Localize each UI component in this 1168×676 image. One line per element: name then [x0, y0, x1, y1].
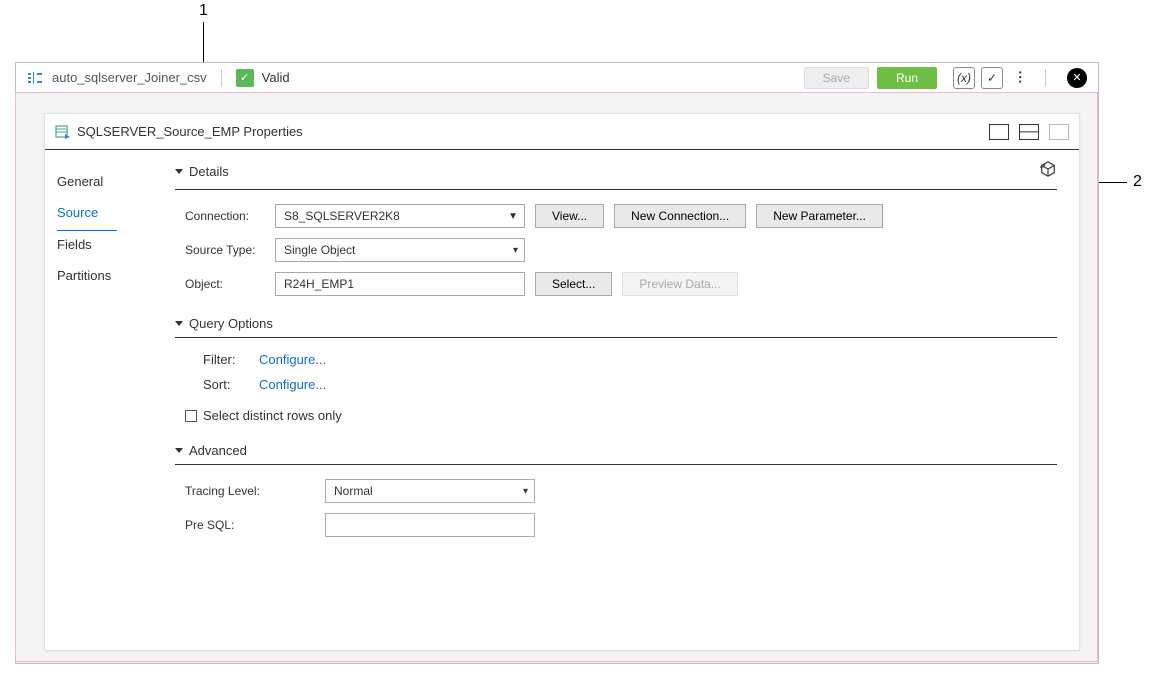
presql-row: Pre SQL: — [175, 513, 1057, 537]
distinct-row: Select distinct rows only — [175, 408, 1057, 423]
section-query-options: Query Options Filter: Configure... Sort:… — [175, 316, 1057, 423]
variable-icon-button[interactable]: (x) — [953, 67, 975, 89]
tracing-value: Normal — [334, 484, 373, 498]
content-area: Details Connection: S8_SQLSERVER2K8 ▼ Vie… — [175, 150, 1079, 650]
object-input[interactable]: R24H_EMP1 — [275, 272, 525, 296]
query-options-header[interactable]: Query Options — [175, 316, 1057, 338]
sourcetype-select[interactable]: Single Object ▾ — [275, 238, 525, 262]
tab-partitions[interactable]: Partitions — [57, 262, 175, 293]
save-button[interactable]: Save — [804, 67, 869, 89]
details-title: Details — [189, 164, 229, 179]
section-details: Details Connection: S8_SQLSERVER2K8 ▼ Vie… — [175, 160, 1057, 296]
project-name: auto_sqlserver_Joiner_csv — [52, 70, 207, 85]
layout-split-icon[interactable] — [1019, 124, 1039, 140]
caret-icon: ▾ — [523, 486, 528, 497]
object-label: Object: — [185, 277, 275, 291]
separator — [1045, 69, 1046, 87]
caret-icon: ▼ — [508, 211, 518, 222]
object-row: Object: R24H_EMP1 Select... Preview Data… — [175, 272, 1057, 296]
source-transformation-icon — [55, 124, 71, 140]
more-menu-button[interactable]: ⋯ — [1009, 67, 1031, 89]
layout-single-icon[interactable] — [989, 124, 1009, 140]
valid-check-icon: ✓ — [236, 69, 254, 87]
connection-row: Connection: S8_SQLSERVER2K8 ▼ View... New… — [175, 204, 1057, 228]
sourcetype-row: Source Type: Single Object ▾ — [175, 238, 1057, 262]
app-window: auto_sqlserver_Joiner_csv ✓ Valid Save R… — [15, 62, 1099, 664]
details-header[interactable]: Details — [175, 160, 1057, 190]
tab-general[interactable]: General — [57, 168, 175, 199]
parameterize-icon[interactable] — [1039, 160, 1057, 183]
caret-icon: ▾ — [513, 245, 518, 256]
new-connection-button[interactable]: New Connection... — [614, 204, 746, 228]
side-tabs: General Source Fields Partitions — [45, 150, 175, 650]
filter-row: Filter: Configure... — [175, 352, 1057, 367]
object-value: R24H_EMP1 — [284, 277, 354, 291]
separator — [221, 69, 222, 87]
valid-status-text: Valid — [262, 70, 290, 85]
properties-panel: SQLSERVER_Source_EMP Properties General … — [44, 113, 1080, 651]
validate-icon-button[interactable]: ✓ — [981, 67, 1003, 89]
mapping-icon — [26, 70, 44, 86]
tracing-row: Tracing Level: Normal ▾ — [175, 479, 1057, 503]
callout-2-number: 2 — [1133, 173, 1142, 191]
select-button[interactable]: Select... — [535, 272, 612, 296]
preview-data-button: Preview Data... — [622, 272, 737, 296]
run-button[interactable]: Run — [877, 67, 937, 89]
content-scroll[interactable]: Details Connection: S8_SQLSERVER2K8 ▼ Vie… — [175, 160, 1063, 640]
tracing-select[interactable]: Normal ▾ — [325, 479, 535, 503]
distinct-checkbox[interactable] — [185, 410, 197, 422]
query-options-title: Query Options — [189, 316, 273, 331]
tab-source[interactable]: Source — [57, 199, 117, 231]
sourcetype-value: Single Object — [284, 243, 355, 257]
layout-maximize-icon[interactable] — [1049, 124, 1069, 140]
new-parameter-button[interactable]: New Parameter... — [756, 204, 883, 228]
advanced-title: Advanced — [189, 443, 247, 458]
tracing-label: Tracing Level: — [185, 484, 325, 498]
advanced-header[interactable]: Advanced — [175, 443, 1057, 465]
sort-configure-link[interactable]: Configure... — [259, 377, 326, 392]
close-button[interactable]: ✕ — [1066, 67, 1088, 89]
filter-label: Filter: — [203, 352, 259, 367]
filter-configure-link[interactable]: Configure... — [259, 352, 326, 367]
sort-label: Sort: — [203, 377, 259, 392]
sourcetype-label: Source Type: — [185, 243, 275, 257]
tab-fields[interactable]: Fields — [57, 231, 175, 262]
callout-1-number: 1 — [199, 2, 208, 20]
panel-body: General Source Fields Partitions Details — [45, 150, 1079, 650]
panel-title: SQLSERVER_Source_EMP Properties — [77, 124, 303, 139]
sort-row: Sort: Configure... — [175, 377, 1057, 392]
connection-value: S8_SQLSERVER2K8 — [284, 209, 400, 223]
distinct-label: Select distinct rows only — [203, 408, 342, 423]
collapse-icon — [175, 321, 183, 330]
collapse-icon — [175, 448, 183, 457]
presql-input[interactable] — [325, 513, 535, 537]
top-toolbar: auto_sqlserver_Joiner_csv ✓ Valid Save R… — [16, 63, 1098, 93]
panel-header: SQLSERVER_Source_EMP Properties — [45, 114, 1079, 150]
connection-label: Connection: — [185, 209, 275, 223]
presql-label: Pre SQL: — [185, 518, 325, 532]
view-button[interactable]: View... — [535, 204, 604, 228]
collapse-icon — [175, 169, 183, 178]
section-advanced: Advanced Tracing Level: Normal ▾ Pre SQL: — [175, 443, 1057, 537]
connection-select[interactable]: S8_SQLSERVER2K8 ▼ — [275, 204, 525, 228]
